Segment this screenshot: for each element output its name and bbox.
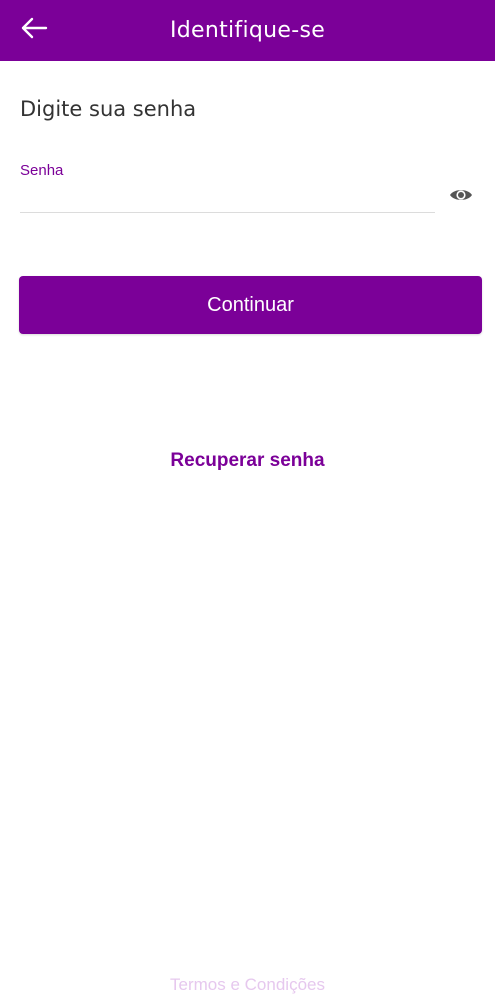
page-title: Identifique-se bbox=[169, 18, 326, 43]
recover-password-link[interactable]: Recuperar senha bbox=[0, 450, 495, 472]
password-label: Senha bbox=[20, 162, 64, 179]
login-password-screen: Identifique-se Digite sua senha Senha Co… bbox=[0, 0, 495, 1000]
app-bar: Identifique-se bbox=[0, 0, 495, 61]
eye-icon bbox=[449, 187, 473, 208]
arrow-left-icon bbox=[20, 17, 48, 44]
terms-link[interactable]: Termos e Condições bbox=[0, 975, 495, 995]
continue-button[interactable]: Continuar bbox=[19, 276, 482, 334]
password-heading: Digite sua senha bbox=[20, 97, 197, 121]
toggle-password-visibility-button[interactable] bbox=[446, 183, 476, 211]
password-input[interactable] bbox=[20, 182, 435, 213]
back-button[interactable] bbox=[16, 12, 52, 48]
